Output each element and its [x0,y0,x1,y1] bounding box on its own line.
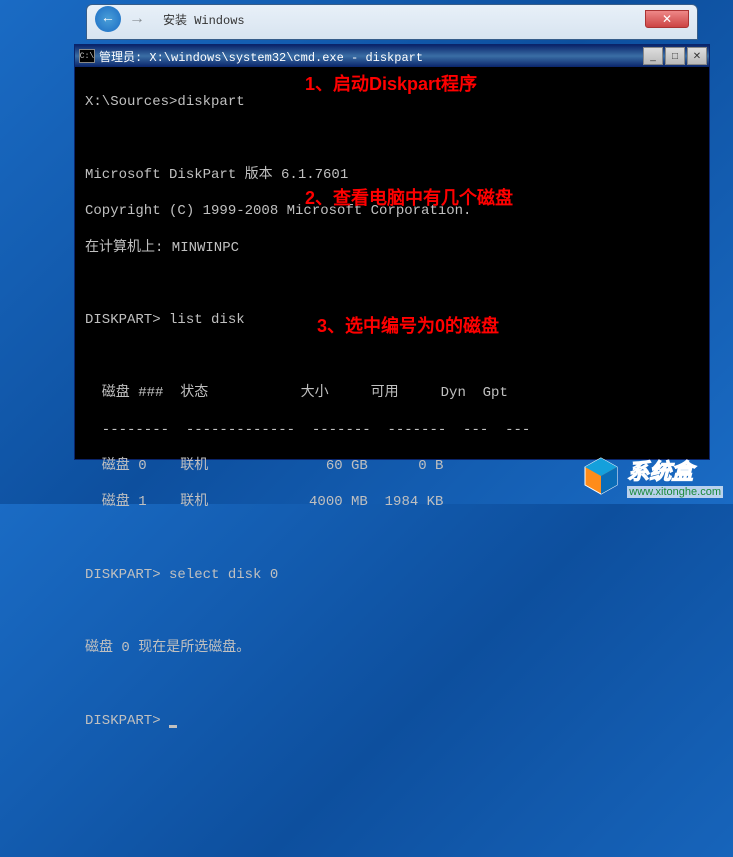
cmd-line: 在计算机上: MINWINPC [85,239,699,257]
installer-close-button[interactable]: ✕ [645,10,689,28]
annotation-3: 3、选中编号为0的磁盘 [317,315,499,338]
arrow-left-icon: ← [104,11,112,27]
cmd-titlebar[interactable]: C:\ 管理员: X:\windows\system32\cmd.exe - d… [75,45,709,67]
cmd-title: 管理员: X:\windows\system32\cmd.exe - diskp… [99,48,643,65]
cmd-window: C:\ 管理员: X:\windows\system32\cmd.exe - d… [74,44,710,460]
close-button[interactable]: ✕ [687,47,707,65]
arrow-right-icon: → [132,10,142,28]
close-icon: ✕ [693,51,701,62]
installer-nav: ← → [95,6,151,32]
minimize-button[interactable]: _ [643,47,663,65]
cmd-blank [85,275,699,293]
cmd-blank [85,348,699,366]
close-icon: ✕ [662,12,672,26]
cmd-line: DISKPART> select disk 0 [85,566,699,584]
cmd-line: Microsoft DiskPart 版本 6.1.7601 [85,166,699,184]
annotation-1: 1、启动Diskpart程序 [305,73,477,96]
disk-table-header: 磁盘 ### 状态 大小 可用 Dyn Gpt [85,384,699,402]
cmd-icon: C:\ [79,49,95,63]
maximize-button[interactable]: □ [665,47,685,65]
cmd-blank [85,675,699,693]
cmd-blank [85,530,699,548]
cursor [169,725,177,728]
installer-title: 安装 Windows [163,11,245,28]
watermark: 系统盒 www.xitonghe.com [581,454,723,498]
cmd-blank [85,130,699,148]
watermark-title: 系统盒 [627,454,693,486]
installer-window: ← → 安装 Windows ✕ [86,4,698,40]
window-controls: _ □ ✕ [643,47,707,65]
cmd-blank [85,602,699,620]
watermark-text: 系统盒 www.xitonghe.com [627,454,723,498]
maximize-icon: □ [672,51,678,62]
forward-button: → [123,7,151,31]
minimize-icon: _ [650,51,656,62]
cmd-prompt: DISKPART> [85,712,699,730]
installer-titlebar: ← → 安装 Windows ✕ [87,5,697,33]
annotation-2: 2、查看电脑中有几个磁盘 [305,187,513,210]
cmd-body[interactable]: X:\Sources>diskpart Microsoft DiskPart 版… [75,67,709,459]
disk-table-divider: -------- ------------- ------- ------- -… [85,421,699,439]
watermark-url: www.xitonghe.com [627,486,723,498]
back-button[interactable]: ← [95,6,121,32]
watermark-logo-icon [581,456,621,496]
cmd-line: 磁盘 0 现在是所选磁盘。 [85,639,699,657]
